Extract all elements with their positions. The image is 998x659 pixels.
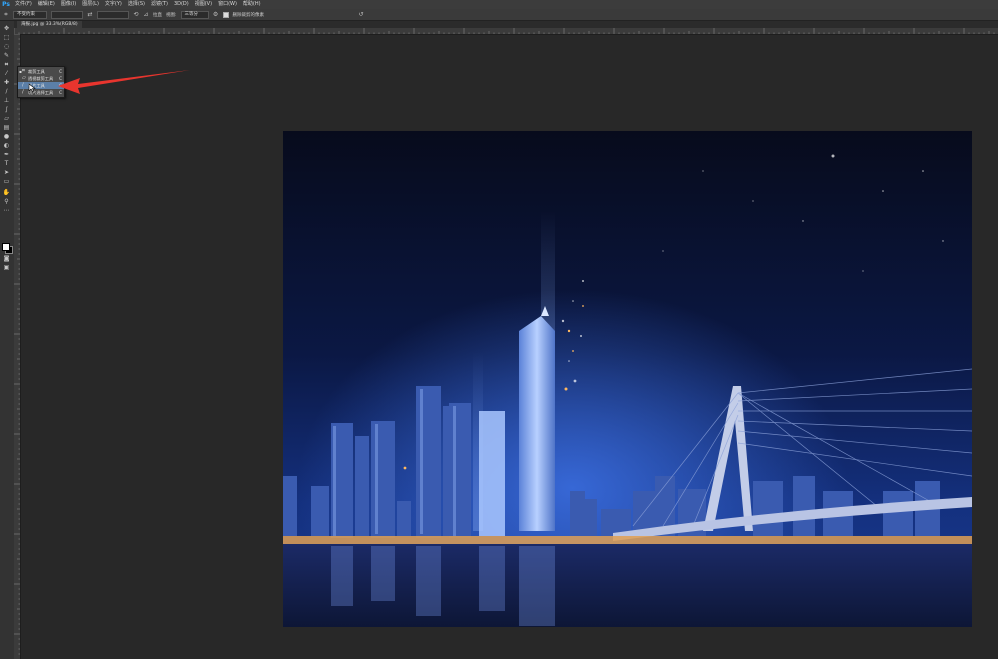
pen-tool-icon[interactable]: ✒ xyxy=(2,151,11,159)
menu-layer[interactable]: 图层(L) xyxy=(79,0,102,9)
menu-image[interactable]: 图像(I) xyxy=(58,0,79,9)
reset-icon[interactable]: ↺ xyxy=(358,11,364,18)
eraser-tool-icon[interactable]: ▱ xyxy=(2,115,11,123)
crop-tool-icon[interactable]: ⌗ xyxy=(2,61,11,69)
swap-icon[interactable]: ⇄ xyxy=(87,11,93,18)
menu-3d[interactable]: 3D(D) xyxy=(171,0,192,9)
view-label: 视图: xyxy=(166,12,177,18)
quick-select-tool-icon[interactable]: ✎ xyxy=(2,52,11,60)
clear-icon[interactable]: ⟲ xyxy=(133,11,139,18)
options-bar: ⌗ 不受约束 ⇄ ⟲ ⊿ 拉直 视图: 三等分 ⚙ 删除裁剪的像素 ↺ xyxy=(0,9,998,21)
menu-type[interactable]: 文字(Y) xyxy=(102,0,125,9)
path-select-tool-icon[interactable]: ➤ xyxy=(2,169,11,177)
ratio-select[interactable]: 不受约束 xyxy=(13,10,47,19)
photoshop-logo: Ps xyxy=(0,0,12,9)
slice-select-icon: ∕ xyxy=(22,89,24,95)
straighten-label[interactable]: 拉直 xyxy=(153,12,162,18)
shape-tool-icon[interactable]: ▭ xyxy=(2,178,11,186)
menu-select[interactable]: 选择(S) xyxy=(125,0,148,9)
eyedropper-tool-icon[interactable]: ⁄ xyxy=(2,70,11,78)
gear-icon[interactable]: ⚙ xyxy=(213,11,219,18)
horizontal-ruler xyxy=(14,28,998,35)
vertical-ruler xyxy=(14,34,21,659)
dodge-tool-icon[interactable]: ◐ xyxy=(2,142,11,150)
crop-icon: ⌗ xyxy=(22,68,25,74)
history-brush-tool-icon[interactable]: ∫ xyxy=(2,106,11,114)
document-tab[interactable]: 海报.jpg @ 33.3%(RGB/8) xyxy=(17,21,82,28)
blur-tool-icon[interactable]: ● xyxy=(2,133,11,141)
gradient-tool-icon[interactable]: ▤ xyxy=(2,124,11,132)
document-canvas-image[interactable] xyxy=(283,131,972,627)
menu-edit[interactable]: 编辑(E) xyxy=(35,0,58,9)
menu-filter[interactable]: 滤镜(T) xyxy=(148,0,171,9)
marquee-tool-icon[interactable]: ⬚ xyxy=(2,34,11,42)
move-tool-icon[interactable]: ✥ xyxy=(2,25,11,33)
delete-cropped-label: 删除裁剪的像素 xyxy=(232,12,265,18)
slice-icon: ∕ xyxy=(22,82,24,88)
type-tool-icon[interactable]: T xyxy=(2,160,11,168)
height-input[interactable] xyxy=(97,10,129,19)
mouse-cursor-icon xyxy=(28,83,36,93)
stamp-tool-icon[interactable]: ⊥ xyxy=(2,97,11,105)
width-input[interactable] xyxy=(51,10,83,19)
flyout-item-slice-select[interactable]: ∕ 切片选择工具 C xyxy=(18,89,64,96)
crop-tools-flyout: ▪ ⌗ 裁剪工具 C ▱ 透视裁剪工具 C ∕ 切片工具 C ∕ 切片选择工具 … xyxy=(17,66,65,98)
screen-mode-icon[interactable]: ▣ xyxy=(2,264,11,272)
delete-cropped-checkbox[interactable] xyxy=(222,11,229,18)
brush-tool-icon[interactable]: ∕ xyxy=(2,88,11,96)
tools-panel: ✥ ⬚ ◌ ✎ ⌗ ⁄ ✚ ∕ ⊥ ∫ ▱ ▤ ● ◐ ✒ T ➤ ▭ ✋ ⚲ … xyxy=(0,21,15,659)
zoom-tool-icon[interactable]: ⚲ xyxy=(2,198,11,206)
healing-tool-icon[interactable]: ✚ xyxy=(2,79,11,87)
crop-icon[interactable]: ⌗ xyxy=(3,11,9,18)
hand-tool-icon[interactable]: ✋ xyxy=(2,189,11,197)
flyout-item-crop[interactable]: ▪ ⌗ 裁剪工具 C xyxy=(18,68,64,75)
view-select[interactable]: 三等分 xyxy=(180,10,209,19)
foreground-color-swatch[interactable] xyxy=(2,243,10,251)
straighten-icon[interactable]: ⊿ xyxy=(143,11,149,18)
menu-window[interactable]: 窗口(W) xyxy=(215,0,240,9)
document-tab-bar: 海报.jpg @ 33.3%(RGB/8) xyxy=(14,21,998,28)
perspective-crop-icon: ▱ xyxy=(22,75,26,81)
flyout-item-perspective-crop[interactable]: ▱ 透视裁剪工具 C xyxy=(18,75,64,82)
menu-view[interactable]: 视图(V) xyxy=(192,0,215,9)
menu-bar: Ps 文件(F) 编辑(E) 图像(I) 图层(L) 文字(Y) 选择(S) 滤… xyxy=(0,0,998,9)
lasso-tool-icon[interactable]: ◌ xyxy=(2,43,11,51)
menu-help[interactable]: 帮助(H) xyxy=(240,0,264,9)
city-night-photo xyxy=(283,131,972,627)
menu-file[interactable]: 文件(F) xyxy=(12,0,35,9)
quick-mask-icon[interactable]: ◙ xyxy=(2,255,11,263)
more-tools-icon[interactable]: ⋯ xyxy=(2,207,11,215)
flyout-item-slice[interactable]: ∕ 切片工具 C xyxy=(18,82,64,89)
